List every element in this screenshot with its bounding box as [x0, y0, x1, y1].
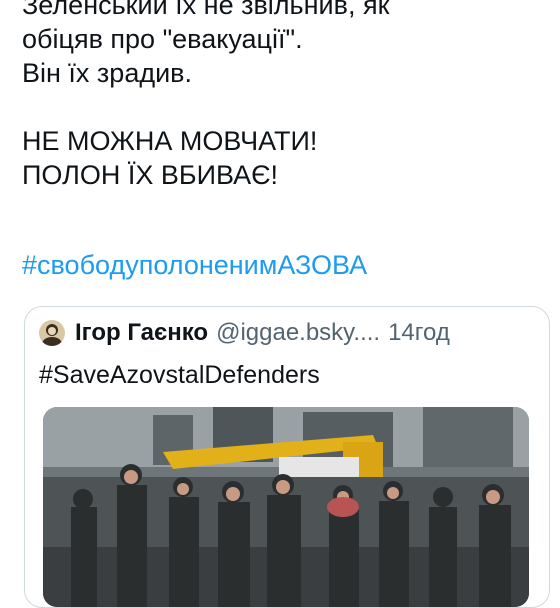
quoted-post-header: Ігор Гаєнко @iggae.bsky.... 14год [39, 319, 450, 347]
hashtag-link[interactable]: #свободуполоненимАЗОВА [22, 248, 367, 282]
post-line-3: Він їх зрадив. [22, 58, 193, 88]
quoted-author-name[interactable]: Ігор Гаєнко [75, 319, 208, 347]
quoted-post-image[interactable] [43, 407, 529, 607]
quoted-author-handle[interactable]: @iggae.bsky.... [216, 319, 380, 347]
quoted-post-card[interactable]: Ігор Гаєнко @iggae.bsky.... 14год #SaveA… [24, 306, 550, 608]
quoted-post-text: #SaveAzovstalDefenders [39, 361, 320, 389]
post-line-2: обіцяв про "евакуації". [22, 24, 303, 54]
quoted-post-time[interactable]: 14год [388, 319, 450, 347]
post-line-5: ПОЛОН ЇХ ВБИВАЄ! [22, 160, 278, 190]
post-line-4: НЕ МОЖНА МОВЧАТИ! [22, 126, 318, 156]
photo-soldiers-crane-icon [43, 407, 529, 607]
portrait-avatar-icon[interactable] [39, 320, 65, 346]
post-line-1: Зеленський їх не звільнив, як [22, 0, 390, 20]
post-text: Зеленський їх не звільнив, як обіцяв про… [22, 0, 542, 192]
